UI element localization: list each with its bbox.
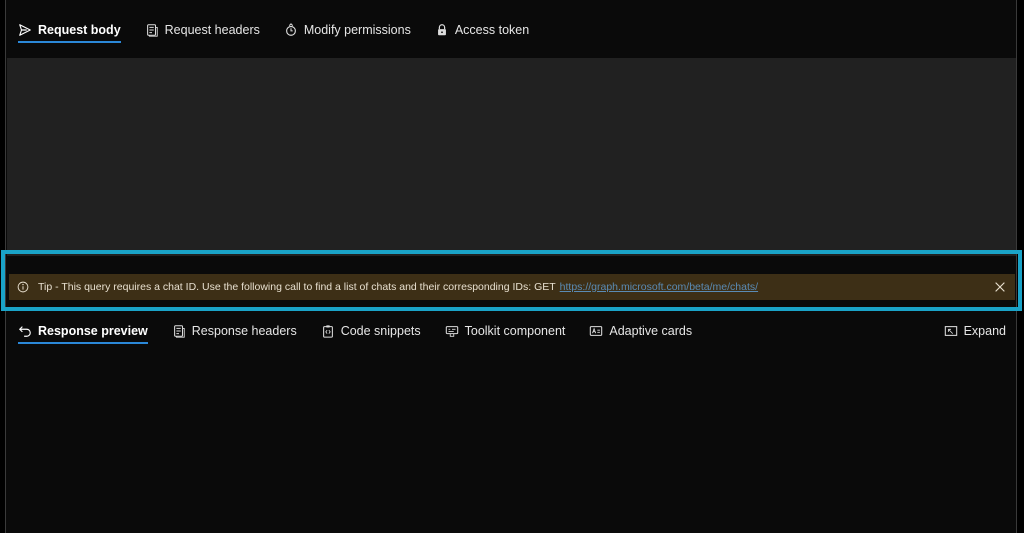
request-tabs: Request body Request headers Modify perm… xyxy=(6,10,541,50)
clipboard-code-icon xyxy=(322,325,333,338)
tab-toolkit-component[interactable]: Toolkit component xyxy=(433,311,578,351)
undo-arrow-icon xyxy=(18,326,31,337)
send-icon xyxy=(19,24,31,36)
tab-label: Request headers xyxy=(164,23,260,37)
tab-label: Request body xyxy=(38,23,121,37)
tab-label: Code snippets xyxy=(340,324,421,338)
tab-code-snippets[interactable]: Code snippets xyxy=(309,311,433,351)
tip-text: Tip - This query requires a chat ID. Use… xyxy=(38,281,556,293)
response-preview-area xyxy=(7,352,1016,533)
permissions-icon xyxy=(285,23,296,36)
tab-label: Response headers xyxy=(191,324,297,338)
tab-adaptive-cards[interactable]: Adaptive cards xyxy=(577,311,704,351)
graph-explorer-panel: Request body Request headers Modify perm… xyxy=(5,0,1017,533)
response-tabs: Response preview Response headers Code s… xyxy=(6,311,704,351)
panel-divider xyxy=(7,256,1016,268)
tab-label: Toolkit component xyxy=(464,324,566,338)
tab-response-headers[interactable]: Response headers xyxy=(160,311,309,351)
request-body-editor[interactable] xyxy=(7,58,1016,256)
lock-icon xyxy=(437,24,446,36)
headers-icon xyxy=(173,325,185,338)
tab-request-body[interactable]: Request body xyxy=(6,10,133,50)
tab-label: Response preview xyxy=(38,324,148,338)
tip-message-bar: Tip - This query requires a chat ID. Use… xyxy=(9,274,1015,300)
tab-modify-permissions[interactable]: Modify permissions xyxy=(272,10,423,50)
tab-request-headers[interactable]: Request headers xyxy=(133,10,272,50)
card-icon xyxy=(590,326,603,336)
tab-label: Access token xyxy=(454,23,530,37)
close-icon[interactable] xyxy=(993,280,1007,294)
tab-label: Modify permissions xyxy=(303,23,411,37)
expand-button[interactable]: Expand xyxy=(944,311,1006,351)
info-icon xyxy=(17,281,29,293)
expand-label: Expand xyxy=(963,324,1006,338)
tab-label: Adaptive cards xyxy=(609,324,693,338)
tip-link[interactable]: https://graph.microsoft.com/beta/me/chat… xyxy=(560,281,758,293)
tab-response-preview[interactable]: Response preview xyxy=(6,311,160,351)
expand-icon xyxy=(944,326,957,336)
headers-icon xyxy=(146,24,158,37)
tab-access-token[interactable]: Access token xyxy=(423,10,541,50)
toolkit-icon xyxy=(445,326,458,337)
